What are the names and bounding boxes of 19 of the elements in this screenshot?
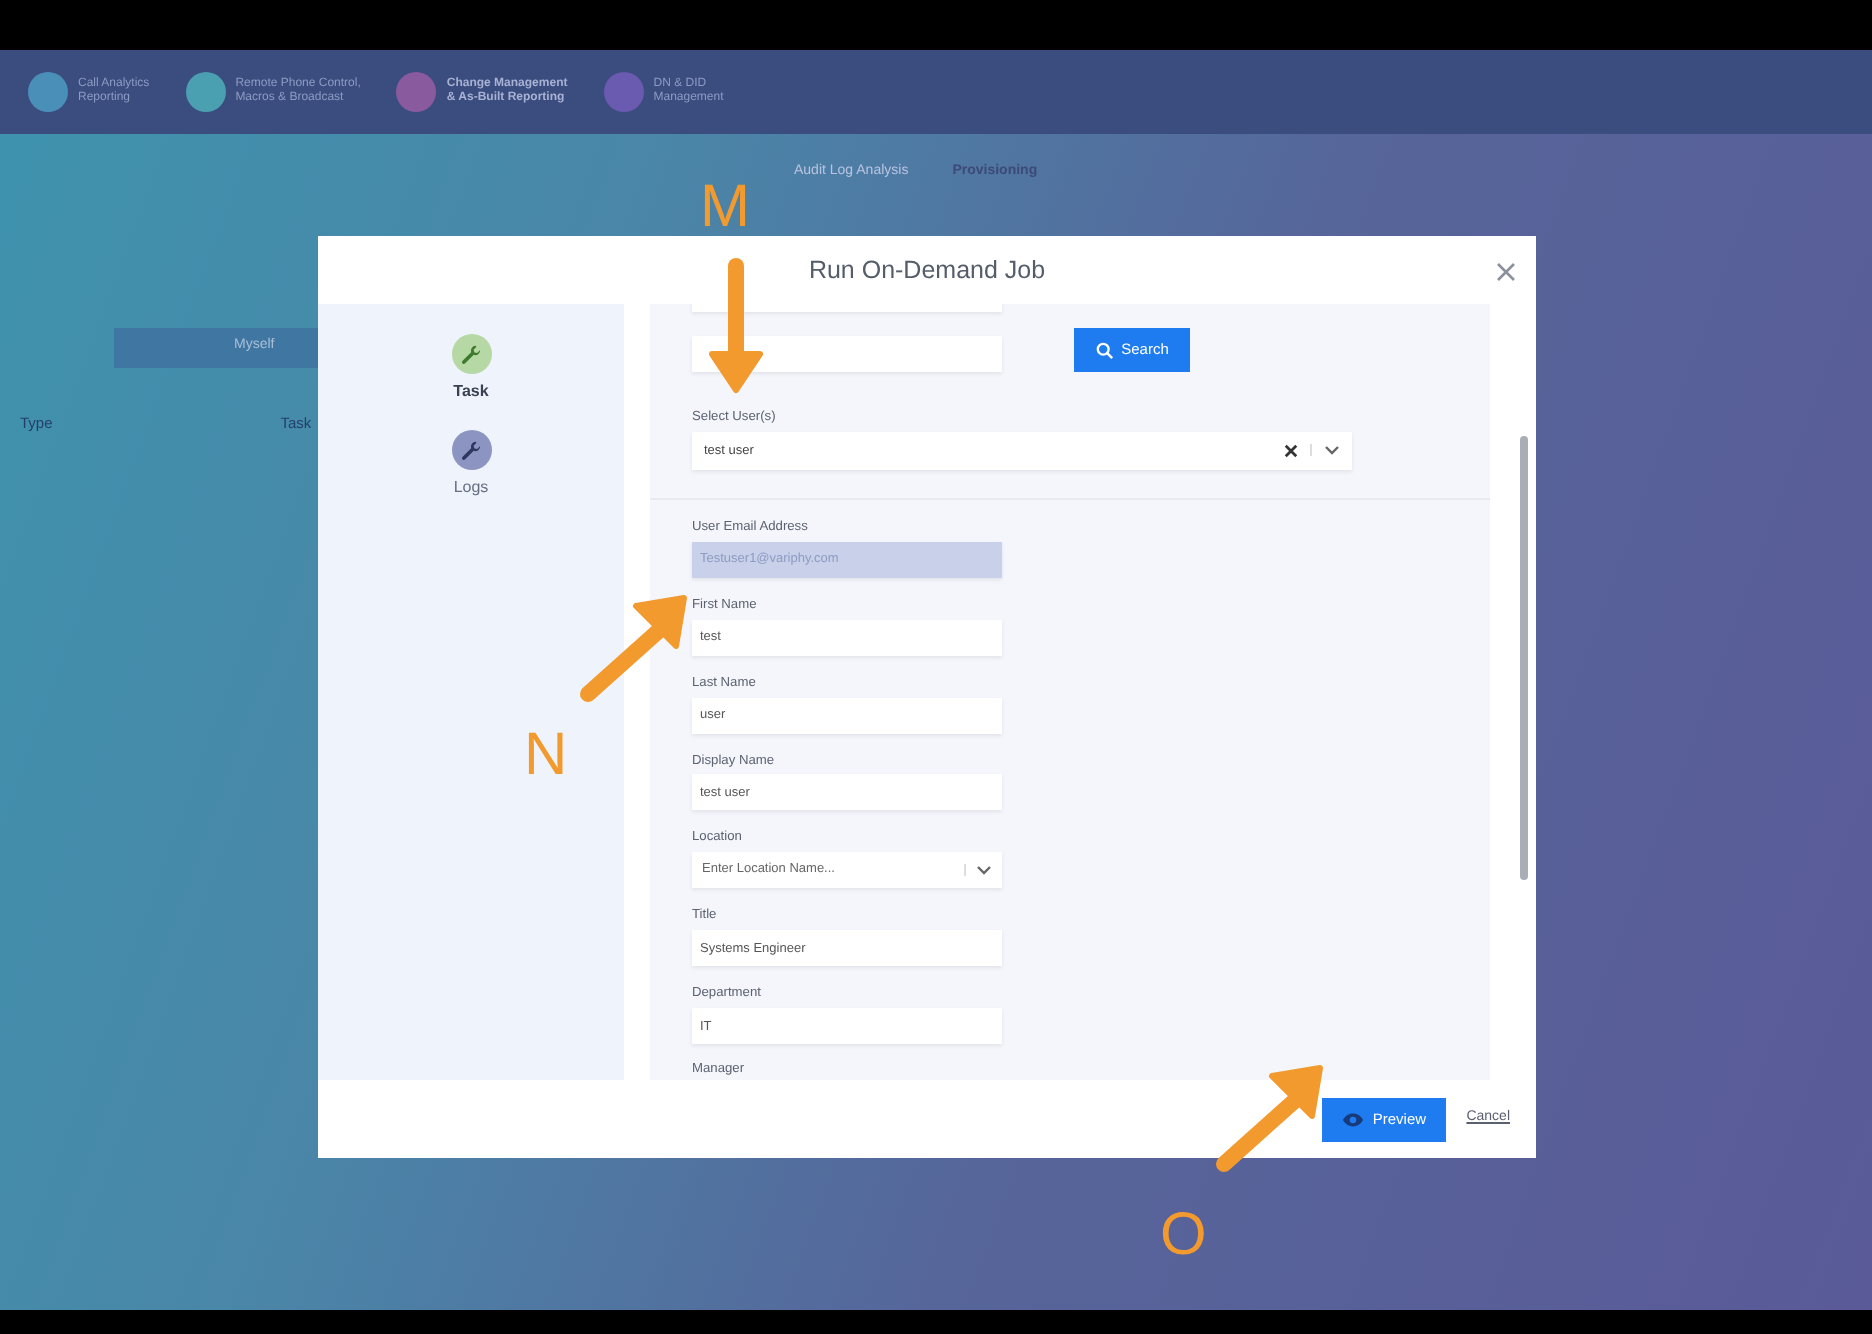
eye-icon	[1342, 1111, 1365, 1127]
annotation-letter: O	[1160, 1206, 1207, 1266]
input-field[interactable]	[692, 336, 1002, 372]
annotation-letter: M	[700, 178, 750, 238]
clear-icon[interactable]	[1284, 443, 1298, 458]
annotation-arrow	[709, 258, 763, 393]
annotation-letter: N	[524, 726, 568, 786]
sidebar-label[interactable]: Logs	[453, 476, 489, 500]
wrench-icon[interactable]	[451, 334, 491, 374]
annotation-arrow	[1216, 1065, 1323, 1172]
annotation-arrow	[580, 595, 687, 702]
wrench-icon[interactable]	[451, 430, 491, 470]
dialog-title: Run On-Demand Job	[808, 253, 1046, 288]
search-icon	[1095, 341, 1114, 359]
module-icon[interactable]	[28, 72, 68, 112]
module-icon[interactable]	[396, 72, 437, 112]
module-icon[interactable]	[185, 72, 226, 112]
sidebar-label[interactable]: Task	[453, 380, 489, 404]
module-icon[interactable]	[603, 72, 644, 112]
